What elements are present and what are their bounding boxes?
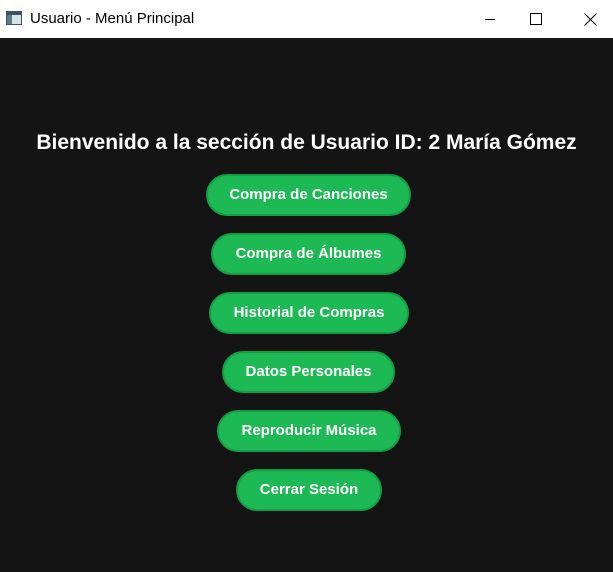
play-music-button[interactable]: Reproducir Música (217, 410, 401, 452)
personal-data-button[interactable]: Datos Personales (222, 351, 395, 393)
buy-albums-button[interactable]: Compra de Álbumes (211, 233, 406, 275)
buy-songs-button[interactable]: Compra de Canciones (206, 174, 411, 216)
minimize-button[interactable] (467, 0, 513, 38)
purchase-history-button[interactable]: Historial de Compras (209, 292, 409, 334)
maximize-button[interactable] (513, 0, 559, 38)
title-bar[interactable]: Usuario - Menú Principal (0, 0, 613, 38)
main-menu-panel: Bienvenido a la sección de Usuario ID: 2… (0, 38, 613, 572)
page-title: Bienvenido a la sección de Usuario ID: 2… (36, 131, 577, 154)
minimize-icon (484, 13, 496, 25)
maximize-icon (530, 13, 542, 25)
app-window-icon (6, 11, 22, 25)
close-button[interactable] (567, 0, 613, 38)
logout-button[interactable]: Cerrar Sesión (236, 469, 382, 511)
app-window: Usuario - Menú Principal Bienvenido a la… (0, 0, 613, 572)
close-icon (583, 12, 597, 26)
window-title: Usuario - Menú Principal (30, 10, 195, 27)
